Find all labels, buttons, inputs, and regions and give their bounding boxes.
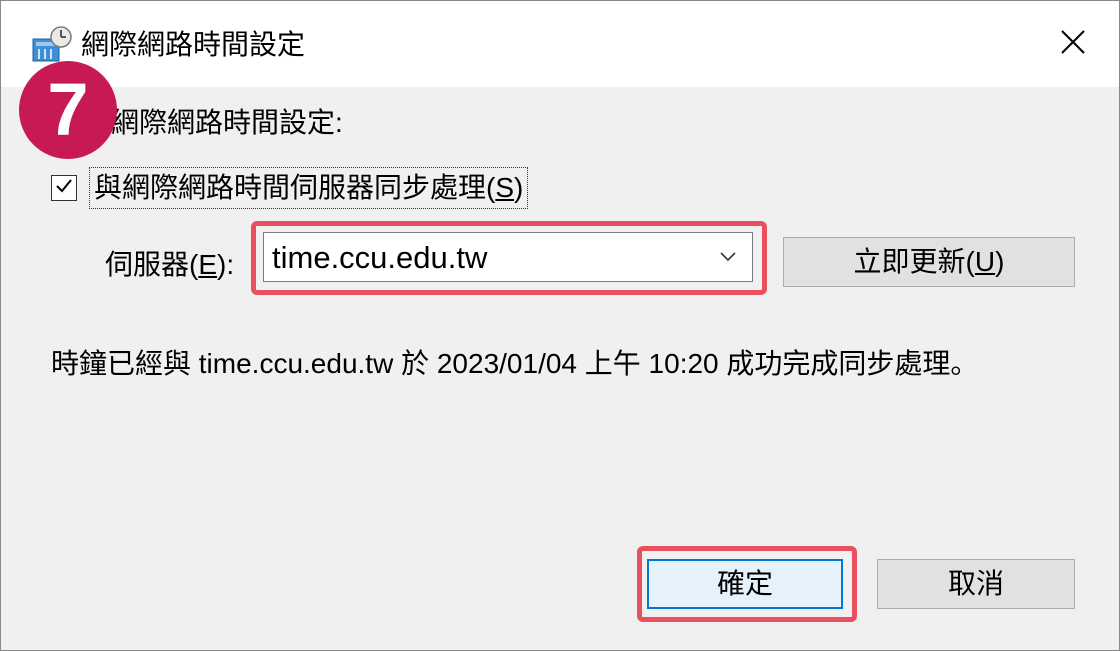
close-button[interactable]: [1027, 1, 1119, 87]
server-accel-key: E: [198, 249, 218, 280]
server-label-end: ):: [217, 249, 235, 280]
close-icon: [1060, 29, 1086, 60]
update-label-end: ): [995, 246, 1005, 277]
update-label-text: 立即更新(: [853, 246, 975, 277]
section-label: 網際網路時間設定:: [111, 107, 343, 138]
chevron-down-icon[interactable]: [718, 249, 738, 265]
step-badge: 7: [19, 61, 117, 159]
cancel-button[interactable]: 取消: [877, 559, 1075, 609]
server-combobox[interactable]: time.ccu.edu.tw: [263, 232, 753, 282]
ok-button[interactable]: 確定: [647, 559, 843, 609]
title-bar: 網際網路時間設定: [1, 1, 1119, 87]
sync-label-text: 與網際網路時間伺服器同步處理(: [94, 172, 496, 203]
sync-checkbox[interactable]: [51, 175, 77, 201]
server-label: 伺服器(E):: [105, 247, 234, 283]
server-value: time.ccu.edu.tw: [272, 240, 488, 275]
update-accel-key: U: [974, 246, 996, 277]
network-clock-icon: [31, 25, 75, 65]
window-title: 網際網路時間設定: [81, 29, 306, 60]
update-now-button[interactable]: 立即更新(U): [783, 237, 1075, 287]
sync-label-end: ): [514, 172, 524, 203]
checkmark-icon: [54, 176, 74, 201]
sync-checkbox-label[interactable]: 與網際網路時間伺服器同步處理(S): [89, 167, 529, 209]
server-label-text: 伺服器(: [105, 249, 199, 280]
sync-accel-key: S: [495, 172, 515, 203]
sync-status-message: 時鐘已經與 time.ccu.edu.tw 於 2023/01/04 上午 10…: [51, 348, 979, 379]
internet-time-dialog: 網際網路時間設定 網際網路時間設定: 與網際網路時間伺服器同步處理(S) 伺服器…: [0, 0, 1120, 651]
